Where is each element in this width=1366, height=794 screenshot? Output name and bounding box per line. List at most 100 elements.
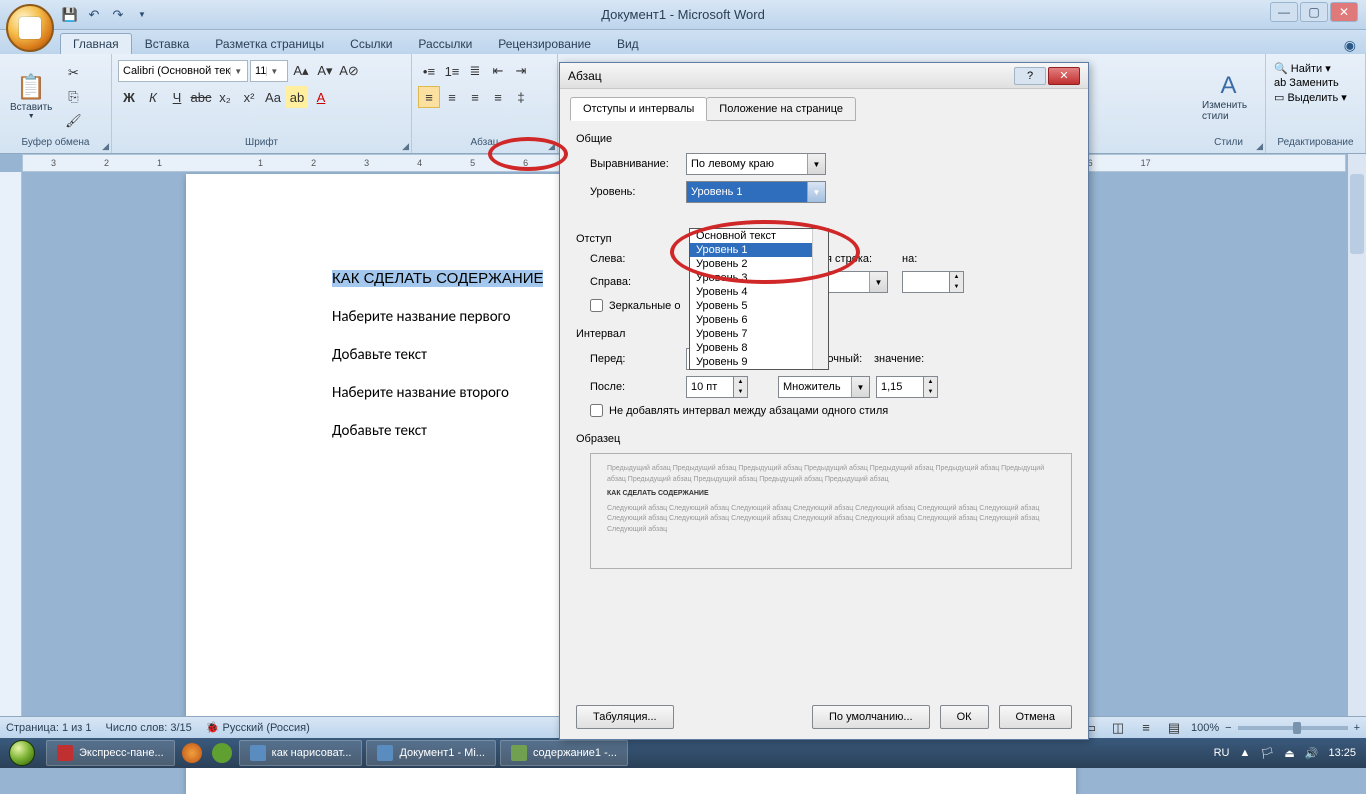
no-space-same-style-checkbox[interactable] bbox=[590, 404, 603, 417]
minimize-button[interactable]: — bbox=[1270, 2, 1298, 22]
vertical-ruler[interactable] bbox=[0, 172, 22, 716]
subscript-icon[interactable]: x₂ bbox=[214, 86, 236, 108]
tab-insert[interactable]: Вставка bbox=[132, 33, 203, 54]
highlight-icon[interactable]: ab bbox=[286, 86, 308, 108]
help-icon[interactable]: ◉ bbox=[1344, 37, 1356, 54]
taskbar-item-1[interactable]: Экспресс-пане... bbox=[46, 740, 175, 766]
replace-button[interactable]: ab Заменить bbox=[1274, 77, 1339, 89]
find-button[interactable]: 🔍 Найти ▾ bbox=[1274, 62, 1331, 75]
status-word-count[interactable]: Число слов: 3/15 bbox=[106, 722, 192, 734]
clear-format-icon[interactable]: A⊘ bbox=[338, 60, 360, 82]
taskbar-item-3[interactable]: Документ1 - Mi... bbox=[366, 740, 495, 766]
ok-button[interactable]: ОК bbox=[940, 705, 989, 729]
dialog-close-button[interactable]: ✕ bbox=[1048, 67, 1080, 85]
clipboard-launcher-icon[interactable]: ◢ bbox=[102, 141, 109, 152]
level-option-3[interactable]: Уровень 3 bbox=[690, 271, 828, 285]
zoom-in-icon[interactable]: + bbox=[1354, 722, 1360, 734]
save-icon[interactable]: 💾 bbox=[60, 5, 80, 25]
shrink-font-icon[interactable]: A▾ bbox=[314, 60, 336, 82]
font-size-combo[interactable]: 11▼ bbox=[250, 60, 288, 82]
bold-icon[interactable]: Ж bbox=[118, 86, 140, 108]
copy-icon[interactable]: ⎘ bbox=[62, 86, 84, 108]
bullets-icon[interactable]: •≡ bbox=[418, 60, 440, 82]
redo-icon[interactable]: ↷ bbox=[108, 5, 128, 25]
tray-volume-icon[interactable]: 🔊 bbox=[1305, 747, 1319, 760]
first-line-value-input[interactable] bbox=[902, 271, 950, 293]
indent-inc-icon[interactable]: ⇥ bbox=[510, 60, 532, 82]
cut-icon[interactable]: ✂ bbox=[62, 62, 84, 84]
tray-language[interactable]: RU bbox=[1214, 747, 1230, 759]
level-option-5[interactable]: Уровень 5 bbox=[690, 299, 828, 313]
line-spacing-value-input[interactable] bbox=[876, 376, 924, 398]
font-launcher-icon[interactable]: ◢ bbox=[402, 141, 409, 152]
level-option-7[interactable]: Уровень 7 bbox=[690, 327, 828, 341]
italic-icon[interactable]: К bbox=[142, 86, 164, 108]
level-option-4[interactable]: Уровень 4 bbox=[690, 285, 828, 299]
first-line-value-spinner[interactable]: ▲▼ bbox=[902, 271, 964, 293]
align-right-icon[interactable]: ≡ bbox=[464, 86, 486, 108]
tab-view[interactable]: Вид bbox=[604, 33, 652, 54]
level-option-1[interactable]: Уровень 1 bbox=[690, 243, 828, 257]
zoom-level[interactable]: 100% bbox=[1191, 722, 1219, 734]
tab-mailings[interactable]: Рассылки bbox=[405, 33, 485, 54]
zoom-slider[interactable] bbox=[1238, 726, 1348, 730]
default-button[interactable]: По умолчанию... bbox=[812, 705, 930, 729]
tray-action-center-icon[interactable]: 🏳 bbox=[1260, 747, 1274, 760]
tray-clock[interactable]: 13:25 bbox=[1328, 747, 1356, 759]
scroll-thumb[interactable] bbox=[1350, 174, 1364, 254]
multilevel-icon[interactable]: ≣ bbox=[464, 60, 486, 82]
mirror-indents-checkbox[interactable] bbox=[590, 299, 603, 312]
change-styles-button[interactable]: AИзменить стили bbox=[1196, 70, 1261, 124]
space-after-input[interactable] bbox=[686, 376, 734, 398]
font-color-icon[interactable]: A bbox=[310, 86, 332, 108]
start-button[interactable] bbox=[0, 738, 44, 768]
tray-flag-icon[interactable]: ▲ bbox=[1240, 747, 1251, 759]
qat-customize-icon[interactable]: ▼ bbox=[132, 5, 152, 25]
align-left-icon[interactable]: ≡ bbox=[418, 86, 440, 108]
office-button[interactable] bbox=[6, 4, 54, 52]
line-spacing-select[interactable]: Множитель▼ bbox=[778, 376, 870, 398]
paste-button[interactable]: 📋 Вставить ▼ bbox=[4, 71, 58, 122]
tab-home[interactable]: Главная bbox=[60, 33, 132, 54]
tab-indents[interactable]: Отступы и интервалы bbox=[570, 97, 707, 121]
taskbar-item-4[interactable]: содержание1 -... bbox=[500, 740, 628, 766]
status-page[interactable]: Страница: 1 из 1 bbox=[6, 722, 92, 734]
tab-references[interactable]: Ссылки bbox=[337, 33, 405, 54]
dropdown-scrollbar[interactable] bbox=[812, 229, 828, 369]
justify-icon[interactable]: ≡ bbox=[487, 86, 509, 108]
align-center-icon[interactable]: ≡ bbox=[441, 86, 463, 108]
strike-icon[interactable]: abc bbox=[190, 86, 212, 108]
tab-review[interactable]: Рецензирование bbox=[485, 33, 604, 54]
undo-icon[interactable]: ↶ bbox=[84, 5, 104, 25]
view-outline-icon[interactable]: ≡ bbox=[1135, 717, 1157, 739]
cancel-button[interactable]: Отмена bbox=[999, 705, 1072, 729]
styles-launcher-icon[interactable]: ◢ bbox=[1256, 141, 1263, 152]
close-button[interactable]: ✕ bbox=[1330, 2, 1358, 22]
space-after-spinner[interactable]: ▲▼ bbox=[686, 376, 748, 398]
font-name-combo[interactable]: Calibri (Основной тек▼ bbox=[118, 60, 248, 82]
level-option-8[interactable]: Уровень 8 bbox=[690, 341, 828, 355]
zoom-out-icon[interactable]: − bbox=[1225, 722, 1231, 734]
dialog-title-bar[interactable]: Абзац ? ✕ bbox=[560, 63, 1088, 89]
level-option-body[interactable]: Основной текст bbox=[690, 229, 828, 243]
level-option-9[interactable]: Уровень 9 bbox=[690, 355, 828, 369]
vertical-scrollbar[interactable] bbox=[1348, 154, 1366, 716]
numbering-icon[interactable]: 1≡ bbox=[441, 60, 463, 82]
paragraph-launcher-icon[interactable]: ◢ bbox=[548, 141, 555, 152]
tabs-button[interactable]: Табуляция... bbox=[576, 705, 674, 729]
alignment-select[interactable]: По левому краю▼ bbox=[686, 153, 826, 175]
utorrent-icon[interactable] bbox=[212, 743, 232, 763]
superscript-icon[interactable]: x² bbox=[238, 86, 260, 108]
line-spacing-icon[interactable]: ‡ bbox=[510, 86, 532, 108]
select-button[interactable]: ▭ Выделить ▾ bbox=[1274, 91, 1347, 104]
level-option-6[interactable]: Уровень 6 bbox=[690, 313, 828, 327]
line-spacing-value-spinner[interactable]: ▲▼ bbox=[876, 376, 938, 398]
level-select[interactable]: Уровень 1▼ bbox=[686, 181, 826, 203]
tab-layout[interactable]: Разметка страницы bbox=[202, 33, 337, 54]
level-option-2[interactable]: Уровень 2 bbox=[690, 257, 828, 271]
format-painter-icon[interactable]: 🖌 bbox=[62, 110, 84, 132]
indent-dec-icon[interactable]: ⇤ bbox=[487, 60, 509, 82]
status-language[interactable]: 🐞 Русский (Россия) bbox=[206, 721, 310, 734]
zoom-thumb[interactable] bbox=[1293, 722, 1301, 734]
grow-font-icon[interactable]: A▴ bbox=[290, 60, 312, 82]
